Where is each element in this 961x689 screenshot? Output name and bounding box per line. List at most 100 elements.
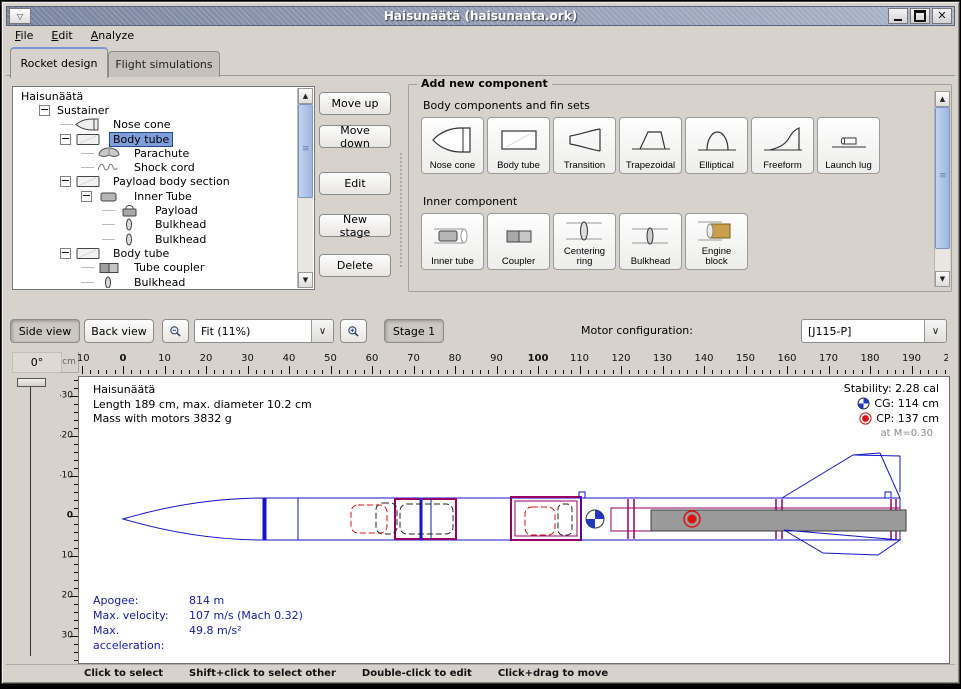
- component-button-label: Coupler: [502, 257, 535, 267]
- max-velocity-value: 107 m/s (Mach 0.32): [189, 608, 303, 623]
- ruler-tick: [430, 370, 431, 374]
- stability-block: Stability: 2.28 cal CG: 114 cm CP: 137 c…: [844, 381, 939, 441]
- tree-item[interactable]: Payload: [14, 203, 298, 217]
- tree-scrollbar[interactable]: ▲ ▼: [297, 88, 313, 288]
- innertube-icon: [428, 215, 477, 257]
- parachute-outline[interactable]: [351, 505, 387, 533]
- ruler-label: 0: [120, 353, 127, 364]
- add-nosecone-button[interactable]: Nose cone: [421, 117, 484, 174]
- launch-lug-outline[interactable]: [885, 492, 891, 498]
- add-coupler-button[interactable]: Coupler: [487, 213, 550, 270]
- ruler-tick: [181, 370, 182, 374]
- innertube-icon: [96, 190, 126, 203]
- zoom-level-combo[interactable]: Fit (11%) ∨: [194, 319, 334, 343]
- cp-value: CP: 137 cm: [876, 411, 939, 426]
- side-view-button[interactable]: Side view: [10, 319, 80, 343]
- component-scrollbar[interactable]: ▲ ▼: [934, 91, 950, 287]
- add-bodytube-button[interactable]: Body tube: [487, 117, 550, 174]
- expander-icon[interactable]: [39, 105, 50, 116]
- zoom-out-button[interactable]: [162, 319, 189, 343]
- stage-1-button[interactable]: Stage 1: [384, 319, 444, 343]
- bodytube-icon: [494, 119, 543, 161]
- add-engineblock-button[interactable]: Engine block: [685, 213, 748, 270]
- ruler-label: -10: [78, 353, 90, 364]
- back-view-button[interactable]: Back view: [84, 319, 154, 343]
- tree-item[interactable]: Body tube: [14, 132, 298, 146]
- add-transition-button[interactable]: Transition: [553, 117, 616, 174]
- tree-item[interactable]: Inner Tube: [14, 189, 298, 203]
- tab-flight-simulations[interactable]: Flight simulations: [108, 51, 220, 77]
- bulkhead-icon: [96, 276, 126, 289]
- ruler-label: 120: [611, 353, 630, 364]
- close-button[interactable]: ✕: [932, 8, 952, 24]
- ruler-tick: [372, 366, 373, 374]
- ruler-tick: [945, 370, 946, 374]
- minimize-button[interactable]: [888, 8, 908, 24]
- ruler-tick: [173, 370, 174, 374]
- tree-item[interactable]: Haisunäätä: [14, 89, 298, 103]
- add-bulkheaddisc-button[interactable]: Bulkhead: [619, 213, 682, 270]
- expander-icon[interactable]: [81, 191, 92, 202]
- add-trapezoidal-button[interactable]: Trapezoidal: [619, 117, 682, 174]
- edit-button[interactable]: Edit: [319, 172, 391, 195]
- ruler-tick: [364, 370, 365, 374]
- scroll-up-icon[interactable]: ▲: [298, 88, 313, 104]
- component-button-label: Nose cone: [430, 161, 475, 171]
- nosecone-icon: [75, 118, 105, 131]
- expander-icon[interactable]: [60, 248, 71, 259]
- component-button-label: Elliptical: [699, 161, 734, 171]
- add-elliptical-button[interactable]: Elliptical: [685, 117, 748, 174]
- new-stage-button[interactable]: New stage: [319, 214, 391, 237]
- tree-item[interactable]: Body tube: [14, 246, 298, 260]
- rotation-slider-handle[interactable]: [17, 378, 46, 387]
- tree-item[interactable]: Bulkhead: [14, 275, 298, 288]
- add-innertube-button[interactable]: Inner tube: [421, 213, 484, 270]
- scrollbar-thumb[interactable]: [935, 107, 950, 249]
- ruler-tick: [148, 370, 149, 374]
- menu-item[interactable]: Analyze: [82, 27, 143, 44]
- tab-rocket-design[interactable]: Rocket design: [10, 47, 108, 78]
- nose-cone-outline[interactable]: [123, 498, 263, 540]
- scroll-up-icon[interactable]: ▲: [935, 91, 950, 107]
- scrollbar-thumb[interactable]: [298, 104, 313, 198]
- tree-item[interactable]: Bulkhead: [14, 232, 298, 246]
- tree-item[interactable]: Shock cord: [14, 160, 298, 174]
- expander-icon[interactable]: [60, 134, 71, 145]
- ruler-label: 160: [777, 353, 796, 364]
- ruler-tick: [472, 370, 473, 374]
- rotation-slider[interactable]: [30, 384, 31, 656]
- add-freeform-button[interactable]: Freeform: [751, 117, 814, 174]
- add-centeringring-button[interactable]: Centering ring: [553, 213, 616, 270]
- title-bar[interactable]: ▽ Haisunäätä (haisunaata.ork) ✕: [6, 6, 955, 26]
- tree-connector: [60, 124, 73, 125]
- ruler-label: 100: [528, 353, 549, 364]
- scroll-down-icon[interactable]: ▼: [298, 272, 313, 288]
- rocket-canvas[interactable]: Haisunäätä Length 189 cm, max. diameter …: [78, 376, 950, 664]
- tree-item[interactable]: Parachute: [14, 146, 298, 160]
- fin-upper-outline[interactable]: [782, 453, 900, 498]
- motor-config-combo[interactable]: [J115-P] ∨: [801, 319, 947, 343]
- tree-item[interactable]: Bulkhead: [14, 218, 298, 232]
- tree-item[interactable]: Nose cone: [14, 118, 298, 132]
- tree-item[interactable]: Payload body section: [14, 175, 298, 189]
- ruler-tick: [115, 370, 116, 374]
- scroll-down-icon[interactable]: ▼: [935, 271, 950, 287]
- ruler-tick: [629, 370, 630, 374]
- tree-item[interactable]: Sustainer: [14, 103, 298, 117]
- menu-item[interactable]: File: [6, 27, 42, 44]
- split-divider-grip[interactable]: [399, 152, 404, 267]
- delete-button[interactable]: Delete: [319, 254, 391, 277]
- payload-icon: [117, 204, 147, 217]
- move-down-button[interactable]: Move down: [319, 125, 391, 148]
- horizontal-ruler: -100102030405060708090100110120130140150…: [78, 352, 948, 374]
- maximize-button[interactable]: [910, 8, 930, 24]
- add-launchlug-button[interactable]: Launch lug: [817, 117, 880, 174]
- fin-lower-outline[interactable]: [784, 530, 900, 555]
- menu-item[interactable]: Edit: [42, 27, 81, 44]
- motor-config-value: [J115-P]: [802, 325, 924, 338]
- zoom-in-button[interactable]: [340, 319, 367, 343]
- expander-icon[interactable]: [60, 176, 71, 187]
- move-up-button[interactable]: Move up: [319, 92, 391, 115]
- tree-item[interactable]: Tube coupler: [14, 261, 298, 275]
- bodytube-icon: [75, 247, 105, 260]
